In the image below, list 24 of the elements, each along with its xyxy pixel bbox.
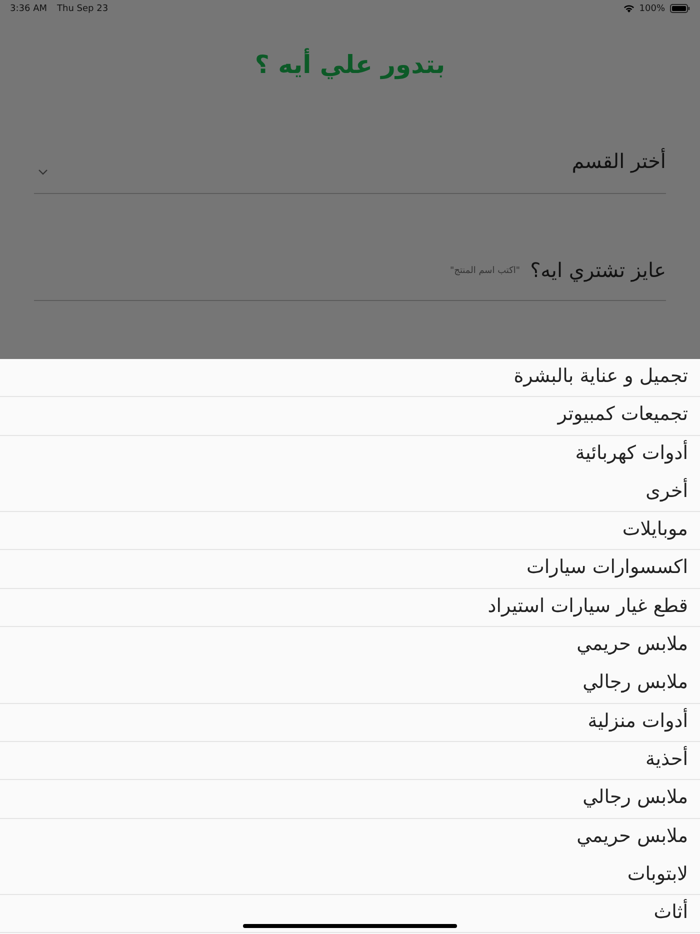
product-input-field[interactable]: "اكتب اسم المنتج" — [34, 266, 520, 276]
dropdown-option[interactable]: أحذية — [0, 742, 700, 780]
dropdown-option[interactable]: تجميل و عناية بالبشرة — [0, 359, 700, 398]
dropdown-option[interactable]: لابتوبات — [0, 856, 700, 896]
dropdown-option[interactable]: أدوات كهربائية — [0, 436, 700, 474]
dropdown-option[interactable]: أخرى — [0, 474, 700, 512]
status-date: Thu Sep 23 — [57, 4, 108, 14]
dropdown-option[interactable]: موبايلات — [0, 512, 700, 550]
battery-percent: 100% — [639, 4, 665, 14]
chevron-down-icon — [38, 169, 48, 175]
dropdown-option[interactable]: ملابس رجالي — [0, 780, 700, 819]
battery-icon — [670, 4, 690, 13]
field-label: عايز تشتري ايه؟ — [530, 258, 666, 282]
dropdown-option[interactable]: اكسسوارات سيارات — [0, 550, 700, 589]
dropdown-option[interactable]: أدوات منزلية — [0, 704, 700, 742]
wifi-icon — [623, 4, 636, 13]
dropdown-option[interactable]: ملابس حريمي — [0, 818, 700, 857]
dropdown-option[interactable]: تجميعات كمبيوتر — [0, 397, 700, 436]
page-title: بتدور علي أيه ؟ — [254, 47, 446, 82]
dropdown-option[interactable]: ملابس حريمي — [0, 627, 700, 666]
dropdown-option[interactable]: قطع غيار سيارات استيراد — [0, 588, 700, 628]
dropdown-option[interactable]: ملابس رجالي — [0, 665, 700, 704]
status-time: 3:36 AM — [10, 4, 47, 14]
category-select[interactable]: أختر القسم — [34, 149, 666, 194]
